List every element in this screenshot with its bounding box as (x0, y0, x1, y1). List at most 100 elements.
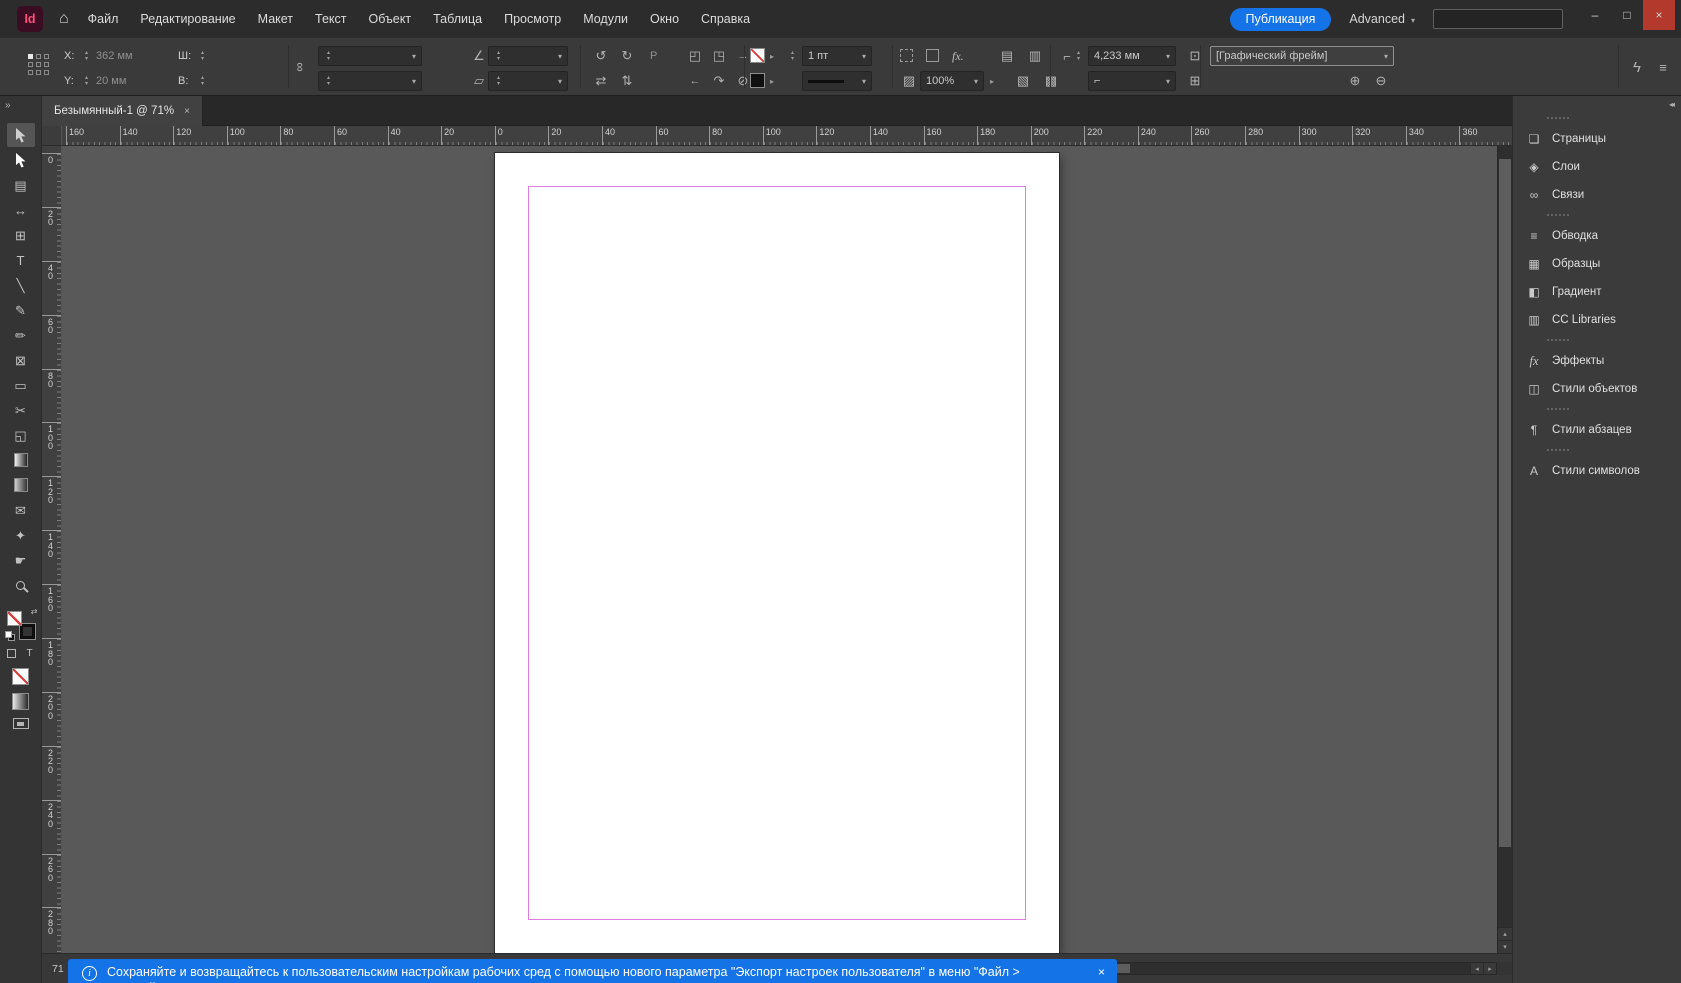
vertical-ruler[interactable]: 0 20 40 60 80 100 120 140 160 180 200 22… (42, 146, 62, 953)
reference-point[interactable] (36, 62, 41, 67)
reference-point[interactable] (36, 70, 41, 75)
select-container-icon[interactable]: ◰ (684, 46, 706, 66)
reference-point[interactable] (44, 62, 49, 67)
scroll-up-icon[interactable]: ▴ (1498, 927, 1512, 940)
stroke-weight-spinner[interactable] (788, 46, 797, 66)
pencil-tool[interactable]: ✏ (7, 323, 35, 347)
reference-point[interactable] (28, 70, 33, 75)
control-panel-menu-icon[interactable]: ≡ (1652, 57, 1674, 77)
document-tab[interactable]: Безымянный-1 @ 71% × (42, 96, 203, 126)
pen-tool[interactable]: ✎ (7, 298, 35, 322)
clear-overrides-icon[interactable]: ⊖ (1370, 71, 1392, 91)
close-button[interactable]: × (1643, 0, 1675, 30)
y-spinner[interactable] (82, 71, 91, 91)
panel-object-styles[interactable]: ◫ Стили объектов (1513, 375, 1681, 403)
chevron-down-icon[interactable] (974, 75, 978, 87)
corner-size-spinner[interactable] (1074, 46, 1083, 66)
rotate-180-icon[interactable]: ↷ (708, 71, 730, 91)
chevron-down-icon[interactable] (1166, 50, 1170, 62)
reference-point[interactable] (36, 54, 41, 59)
solid-frame-icon[interactable] (926, 49, 939, 62)
opacity-options-caret-icon[interactable] (990, 71, 1000, 91)
panel-swatches[interactable]: ▦ Образцы (1513, 250, 1681, 278)
new-style-icon[interactable]: ⊕ (1344, 71, 1366, 91)
stroke-color-swatch[interactable] (750, 73, 765, 88)
panel-cc-libraries[interactable]: ▥ CC Libraries (1513, 306, 1681, 334)
select-previous-object-icon[interactable]: ← (684, 71, 706, 91)
chevron-down-icon[interactable] (412, 50, 416, 62)
screen-mode-button[interactable] (12, 718, 29, 729)
scale-x-combo[interactable] (318, 46, 422, 66)
corner-shape-combo[interactable]: ⌐ (1088, 71, 1176, 91)
stroke-style-combo[interactable] (802, 71, 872, 91)
reference-point[interactable] (44, 70, 49, 75)
reference-point-proxy[interactable] (28, 54, 52, 78)
line-tool[interactable]: ╲ (7, 273, 35, 297)
constrain-proportions-icon[interactable]: ∞ (291, 56, 311, 78)
notification-close-button[interactable]: × (1098, 965, 1105, 979)
width-value[interactable] (212, 46, 272, 66)
fill-menu-caret-icon[interactable] (770, 46, 780, 66)
gap-tool[interactable]: ↔ (7, 198, 35, 222)
page-tool[interactable]: ▤ (7, 173, 35, 197)
selection-tool[interactable] (6, 123, 35, 147)
shear-spinner[interactable] (494, 71, 503, 91)
rotation-angle-combo[interactable] (488, 46, 568, 66)
content-collector-tool[interactable]: ⊞ (7, 223, 35, 247)
tab-close-icon[interactable]: × (184, 106, 190, 117)
text-wrap-both-icon[interactable]: ▩ (1040, 71, 1062, 91)
apply-gradient-button[interactable] (12, 693, 29, 710)
chevron-down-icon[interactable] (558, 50, 562, 62)
expand-toolbar-icon[interactable]: » (5, 100, 10, 111)
rotate-cw-button[interactable]: ↻ (616, 46, 638, 66)
frame-fitting-options-icon[interactable]: ⊞ (1184, 71, 1206, 91)
reference-point[interactable] (28, 62, 33, 67)
formatting-affects-text-button[interactable]: T (23, 647, 36, 660)
fill-color-swatch[interactable] (750, 48, 765, 63)
fill-stroke-proxy[interactable]: ⇄ (4, 607, 38, 641)
corner-size-combo[interactable]: 4,233 мм (1088, 46, 1176, 66)
panel-character-styles[interactable]: A Стили символов (1513, 449, 1681, 485)
vertical-scrollbar-thumb[interactable] (1499, 159, 1511, 847)
width-spinner[interactable] (198, 46, 207, 66)
reference-point[interactable] (28, 54, 33, 59)
panel-links[interactable]: ∞ Связи (1513, 181, 1681, 209)
panel-pages[interactable]: ❏ Страницы (1513, 117, 1681, 153)
hand-tool[interactable]: ☛ (7, 548, 35, 572)
chevron-down-icon[interactable] (412, 75, 416, 87)
panel-effects[interactable]: fx Эффекты (1513, 339, 1681, 375)
scissors-tool[interactable]: ✂ (7, 398, 35, 422)
menu-item[interactable]: Редактирование (129, 0, 246, 38)
scale-x-spinner[interactable] (324, 46, 333, 66)
free-transform-tool[interactable]: ◱ (7, 423, 35, 447)
menu-item[interactable]: Просмотр (493, 0, 572, 38)
text-wrap-none-icon[interactable]: ▤ (996, 46, 1018, 66)
flip-horizontal-icon[interactable]: ⇄ (590, 71, 612, 91)
page[interactable] (495, 153, 1059, 953)
height-spinner[interactable] (198, 71, 207, 91)
stroke-weight-combo[interactable]: 1 пт (802, 46, 872, 66)
search-input[interactable] (1433, 9, 1563, 29)
panel-gradient[interactable]: ◧ Градиент (1513, 278, 1681, 306)
fill-swatch-proxy[interactable] (6, 611, 22, 626)
x-spinner[interactable] (82, 46, 91, 66)
color-theme-tool[interactable]: ✦ (7, 523, 35, 547)
rotate-ccw-button[interactable]: ↺ (590, 46, 612, 66)
effects-button[interactable]: fx. (952, 46, 964, 66)
type-tool[interactable]: T (7, 248, 35, 272)
quick-apply-icon[interactable]: ϟ (1626, 57, 1648, 77)
ruler-corner[interactable] (42, 126, 62, 146)
rectangle-frame-tool[interactable]: ⊠ (7, 348, 35, 372)
panel-paragraph-styles[interactable]: ¶ Стили абзацев (1513, 408, 1681, 444)
gradient-swatch-tool[interactable] (7, 448, 35, 472)
workspace-switcher[interactable]: Advanced (1349, 12, 1415, 26)
scroll-left-icon[interactable]: ◂ (1470, 963, 1483, 974)
select-content-icon[interactable]: ◳ (708, 46, 730, 66)
dashed-frame-icon[interactable] (900, 49, 913, 62)
pasteboard[interactable] (62, 146, 1497, 953)
menu-item[interactable]: Справка (690, 0, 761, 38)
maximize-button[interactable]: □ (1611, 0, 1643, 30)
scale-y-combo[interactable] (318, 71, 422, 91)
gradient-feather-tool[interactable] (7, 473, 35, 497)
formatting-affects-container-button[interactable] (5, 647, 18, 660)
